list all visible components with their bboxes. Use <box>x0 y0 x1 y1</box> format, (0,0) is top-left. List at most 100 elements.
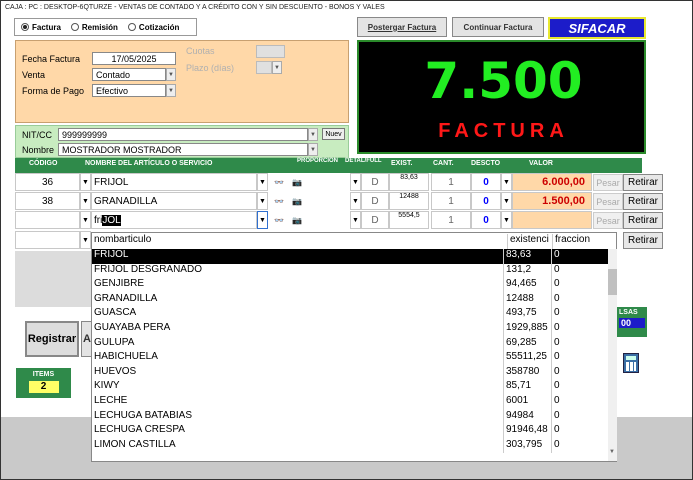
plazo-label: Plazo (días) <box>186 63 235 73</box>
nuevo-cliente-button[interactable]: Nuev <box>322 128 345 140</box>
chevron-down-icon[interactable]: ▼ <box>80 192 91 210</box>
pesar-button[interactable]: Pesar <box>593 193 623 210</box>
list-item[interactable]: GUASCA 493,75 0 <box>92 307 608 322</box>
item-existencia: 55511,25 <box>504 351 552 366</box>
radio-factura[interactable]: Factura <box>21 23 61 32</box>
nombre-chevron-down-icon[interactable]: ▼ <box>308 143 318 156</box>
chevron-down-icon[interactable]: ▼ <box>257 192 268 210</box>
nombre-field[interactable]: MOSTRADOR MOSTRADOR <box>58 143 308 156</box>
retirar-button[interactable]: Retirar <box>623 193 663 210</box>
col-descto: DESCTO <box>471 160 501 167</box>
descto-cell[interactable]: 0 <box>471 173 501 191</box>
codigo-cell[interactable] <box>15 231 80 249</box>
calculator-icon[interactable] <box>623 353 639 373</box>
radio-factura-dot[interactable] <box>21 23 29 31</box>
col-nombre: NOMBRE DEL ARTÍCULO O SERVICIO <box>85 160 213 167</box>
pago-chevron-down-icon[interactable]: ▼ <box>166 84 176 97</box>
pesar-button[interactable]: Pesar <box>593 212 623 229</box>
list-item[interactable]: LECHUGA CRESPA 91946,48 0 <box>92 424 608 439</box>
cant-cell[interactable]: 1 <box>431 211 471 229</box>
chevron-down-icon[interactable]: ▼ <box>350 173 361 191</box>
chevron-down-icon[interactable]: ▼ <box>501 192 512 210</box>
window-title: CAJA : PC : DESKTOP-6QTURZE - VENTAS DE … <box>1 1 692 15</box>
chevron-down-icon[interactable]: ▼ <box>257 173 268 191</box>
list-item[interactable]: GUAYABA PERA 1929,885 0 <box>92 322 608 337</box>
list-item[interactable]: GRANADILLA 12488 0 <box>92 292 608 308</box>
codigo-cell[interactable]: 36 <box>15 173 80 191</box>
chevron-down-icon[interactable]: ▼ <box>501 211 512 229</box>
continuar-factura-button[interactable]: Continuar Factura <box>452 17 544 37</box>
list-item[interactable]: FRIJOL 83,63 0 <box>92 249 608 264</box>
item-fraccion: 0 <box>554 336 560 348</box>
cant-cell[interactable]: 1 <box>431 192 471 210</box>
cuotas-field[interactable] <box>256 45 285 58</box>
nit-field[interactable]: 999999999 <box>58 128 308 141</box>
item-fraccion: 0 <box>554 409 560 421</box>
dropdown-scrollbar[interactable]: ▼ <box>608 249 617 461</box>
chevron-down-icon[interactable]: ▼ <box>350 192 361 210</box>
chevron-down-icon[interactable]: ▼ <box>350 211 361 229</box>
postergar-factura-button[interactable]: Postergar Factura <box>357 17 447 37</box>
radio-remision[interactable]: Remisión <box>70 23 118 32</box>
venta-select[interactable]: Contado <box>92 68 166 81</box>
camera-icon[interactable]: 📷 <box>286 194 308 208</box>
chevron-down-icon[interactable]: ▼ <box>257 211 268 229</box>
radio-cotizacion-dot[interactable] <box>127 23 136 31</box>
venta-chevron-down-icon[interactable]: ▼ <box>166 68 176 81</box>
item-fraccion: 0 <box>554 263 560 275</box>
registrar-button[interactable]: Registrar <box>25 321 79 357</box>
item-existencia: 83,63 <box>504 249 552 264</box>
retirar-button[interactable]: Retirar <box>623 232 663 249</box>
nit-chevron-down-icon[interactable]: ▼ <box>308 128 318 141</box>
item-existencia: 94,465 <box>504 278 552 293</box>
bolsas-value: 00 <box>619 318 645 328</box>
valor-cell: 1.500,00 <box>512 192 592 210</box>
item-existencia: 303,795 <box>504 438 552 454</box>
list-item[interactable]: HABICHUELA 55511,25 0 <box>92 351 608 366</box>
list-item[interactable]: HUEVOS 358780 0 <box>92 365 608 381</box>
fecha-field[interactable]: 17/05/2025 <box>92 52 176 65</box>
nombre-cell[interactable]: GRANADILLA <box>91 192 257 210</box>
list-item[interactable]: KIWY 85,71 0 <box>92 380 608 395</box>
chevron-down-icon[interactable]: ▼ <box>80 231 91 249</box>
item-name: LIMON CASTILLA <box>92 438 504 454</box>
list-item[interactable]: GULUPA 69,285 0 <box>92 336 608 352</box>
camera-icon[interactable]: 📷 <box>286 175 308 189</box>
exist-cell: 5554,5 <box>389 211 429 229</box>
list-item[interactable]: FRIJOL DESGRANADO 131,2 0 <box>92 263 608 279</box>
codigo-cell[interactable] <box>15 211 80 229</box>
list-item[interactable]: GENJIBRE 94,465 0 <box>92 278 608 293</box>
detal-cell[interactable]: D <box>361 211 389 229</box>
chevron-down-icon[interactable]: ▼ <box>80 173 91 191</box>
detal-cell[interactable]: D <box>361 173 389 191</box>
descto-cell[interactable]: 0 <box>471 211 501 229</box>
cant-cell[interactable]: 1 <box>431 173 471 191</box>
retirar-button[interactable]: Retirar <box>623 174 663 191</box>
plazo-field[interactable] <box>256 61 272 74</box>
item-fraccion: 0 <box>554 249 560 260</box>
bolsas-label: LSAS <box>619 309 638 316</box>
pago-label: Forma de Pago <box>22 86 85 96</box>
item-name: LECHUGA CRESPA <box>92 424 504 439</box>
chevron-down-icon[interactable]: ▼ <box>80 211 91 229</box>
pago-select[interactable]: Efectivo <box>92 84 166 97</box>
plazo-chevron-down-icon[interactable]: ▼ <box>272 61 282 74</box>
codigo-cell[interactable]: 38 <box>15 192 80 210</box>
detal-cell[interactable]: D <box>361 192 389 210</box>
chevron-down-icon[interactable]: ▼ <box>501 173 512 191</box>
list-item[interactable]: LIMON CASTILLA 303,795 0 <box>92 438 608 454</box>
radio-cotizacion[interactable]: Cotización <box>127 23 179 32</box>
sifacar-logo: SIFACAR <box>548 17 646 39</box>
item-name: GULUPA <box>92 336 504 352</box>
radio-remision-dot[interactable] <box>70 23 79 31</box>
list-item[interactable]: LECHUGA BATABIAS 94984 0 <box>92 409 608 425</box>
retirar-button[interactable]: Retirar <box>623 212 663 229</box>
nombre-edit-cell[interactable]: fri JOL <box>91 211 257 229</box>
pesar-button[interactable]: Pesar <box>593 174 623 191</box>
camera-icon[interactable]: 📷 <box>286 213 308 227</box>
article-autocomplete-list[interactable]: nombarticulo existenci fraccion FRIJOL 83… <box>91 232 617 462</box>
descto-cell[interactable]: 0 <box>471 192 501 210</box>
nombre-cell[interactable]: FRIJOL <box>91 173 257 191</box>
list-item[interactable]: LECHE 6001 0 <box>92 395 608 410</box>
client-panel: NIT/CC 999999999 ▼ Nombre MOSTRADOR MOST… <box>15 125 349 158</box>
